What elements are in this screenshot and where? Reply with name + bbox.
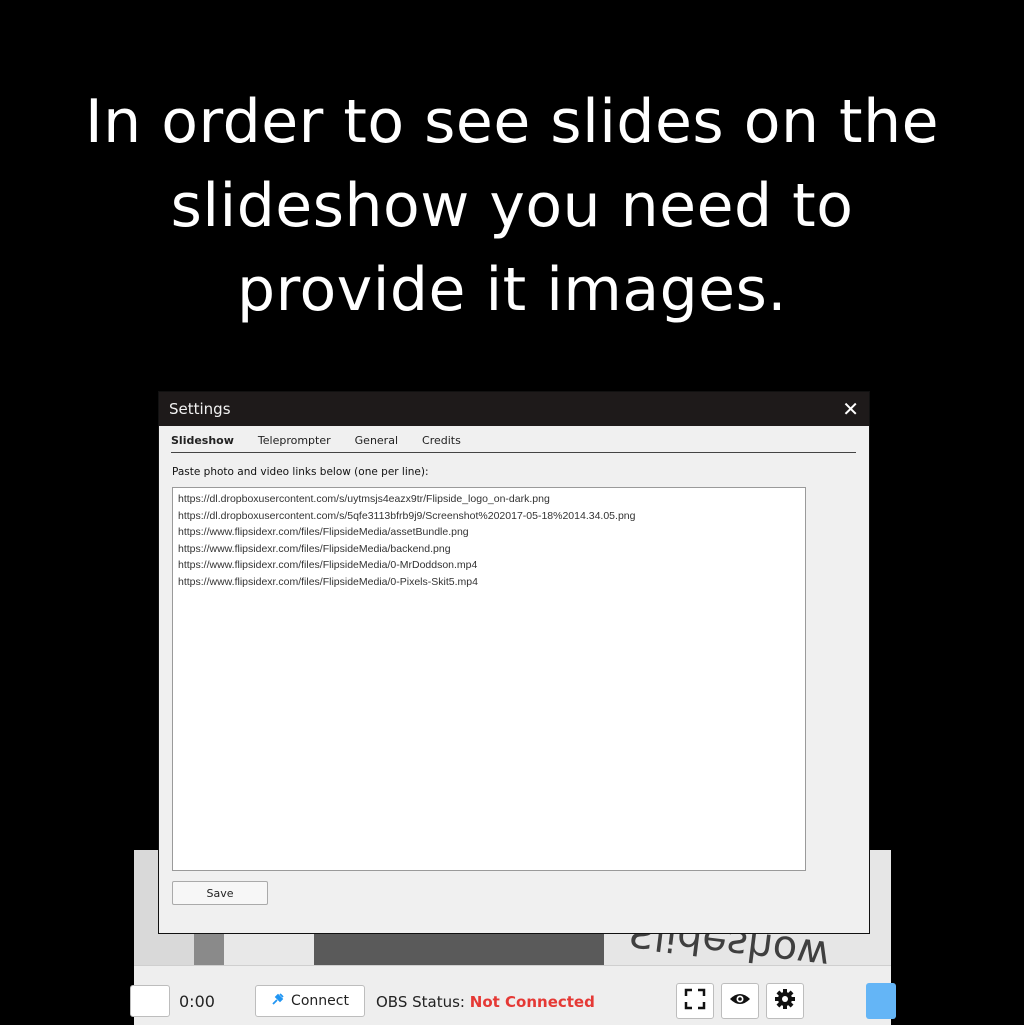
preview-button[interactable] [721, 983, 759, 1019]
partial-action-button[interactable] [866, 983, 896, 1019]
settings-dialog: Settings ✕ Slideshow Teleprompter Genera… [159, 392, 869, 933]
obs-status: OBS Status: Not Connected [376, 993, 595, 1011]
connect-label: Connect [291, 993, 349, 1009]
link-line: https://dl.dropboxusercontent.com/s/uytm… [178, 493, 550, 505]
link-line: https://www.flipsidexr.com/files/Flipsid… [178, 542, 451, 555]
fullscreen-icon [684, 988, 706, 1014]
heading-line-3: provide it images. [237, 255, 787, 325]
links-textarea[interactable]: https://dl.dropboxusercontent.com/s/uytm… [172, 487, 806, 871]
dialog-titlebar: Settings ✕ [159, 392, 869, 426]
eye-icon [729, 991, 751, 1011]
link-line: https://www.flipsidexr.com/files/Flipsid… [178, 526, 469, 538]
link-line: https://www.flipsidexr.com/files/Flipsid… [178, 575, 478, 588]
settings-button[interactable] [766, 983, 804, 1019]
plug-icon [271, 992, 285, 1010]
save-button[interactable]: Save [172, 881, 268, 905]
gear-icon [774, 988, 796, 1014]
obs-status-value: Not Connected [469, 993, 595, 1011]
link-line: https://www.flipsidexr.com/files/Flipsid… [178, 559, 478, 571]
heading-line-1: In order to see slides on the [84, 87, 940, 157]
obs-status-label: OBS Status: [376, 993, 465, 1011]
close-icon[interactable]: ✕ [842, 399, 859, 419]
link-line: https://dl.dropboxusercontent.com/s/5qfe… [178, 509, 636, 522]
tab-credits[interactable]: Credits [422, 434, 461, 452]
instruction-heading: In order to see slides on the slideshow … [0, 80, 1024, 332]
links-label: Paste photo and video links below (one p… [172, 466, 429, 478]
timer-display: 0:00 [179, 992, 215, 1011]
settings-tabs: Slideshow Teleprompter General Credits [171, 434, 856, 453]
bottom-toolbar: 0:00 Connect OBS Status: Not Connected [130, 965, 896, 1025]
tab-teleprompter[interactable]: Teleprompter [258, 434, 331, 452]
fullscreen-button[interactable] [676, 983, 714, 1019]
tab-general[interactable]: General [355, 434, 398, 452]
connect-button[interactable]: Connect [255, 985, 365, 1017]
heading-line-2: slideshow you need to [170, 171, 854, 241]
toolbar-partial-field[interactable] [130, 985, 170, 1017]
dialog-title: Settings [169, 400, 231, 418]
tab-slideshow[interactable]: Slideshow [171, 434, 234, 452]
